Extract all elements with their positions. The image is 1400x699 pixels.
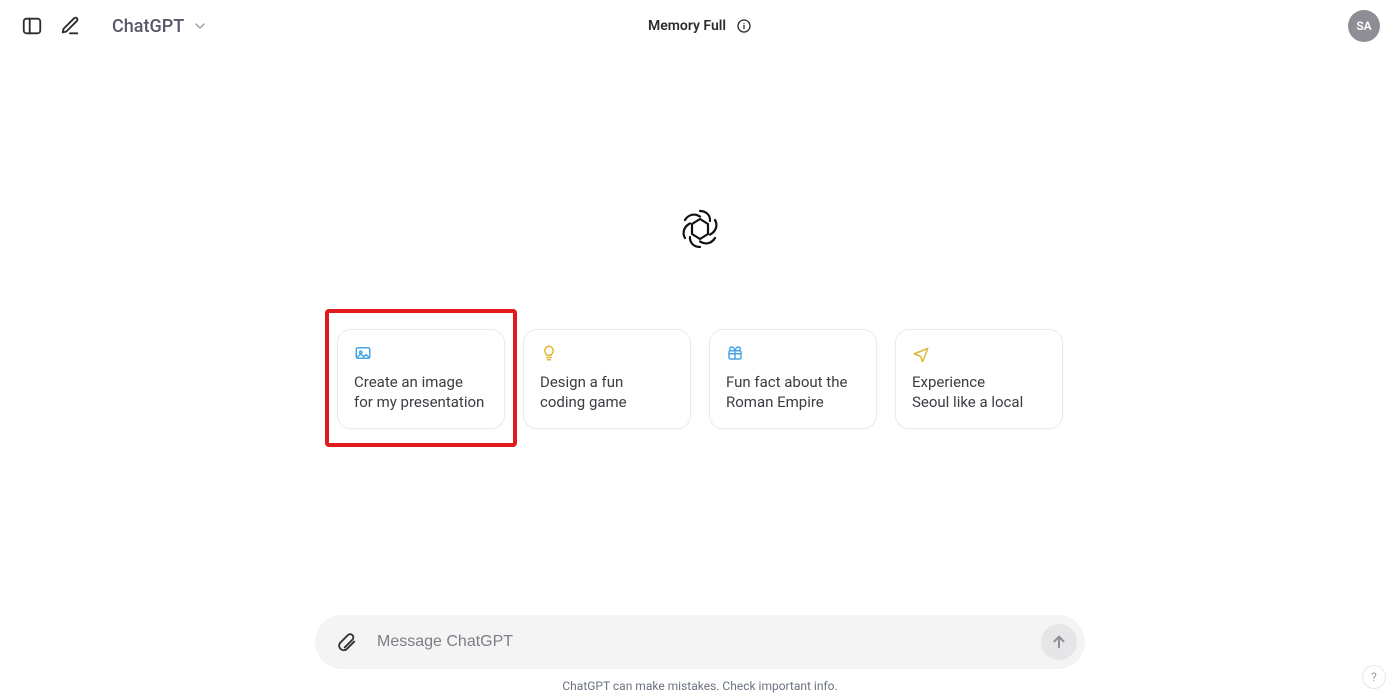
- help-button[interactable]: ?: [1362, 665, 1386, 689]
- suggestion-card-seoul[interactable]: Experience Seoul like a local: [895, 329, 1063, 429]
- suggestion-line1: Create an image: [354, 372, 488, 392]
- avatar-initials: SA: [1356, 19, 1371, 33]
- home-center: Create an image for my presentation Desi…: [0, 205, 1400, 429]
- suggestion-line2: for my presentation: [354, 392, 488, 412]
- suggestion-card-roman-empire[interactable]: Fun fact about the Roman Empire: [709, 329, 877, 429]
- suggestion-line1: Experience: [912, 372, 1046, 392]
- toggle-sidebar-button[interactable]: [20, 14, 44, 38]
- suggestion-cards: Create an image for my presentation Desi…: [337, 329, 1063, 429]
- attach-button[interactable]: [335, 631, 357, 653]
- suggestion-text: Design a fun coding game: [540, 372, 674, 413]
- suggestion-line1: Design a fun: [540, 372, 674, 392]
- footer-disclaimer: ChatGPT can make mistakes. Check importa…: [0, 679, 1400, 693]
- help-label: ?: [1371, 670, 1377, 684]
- new-chat-button[interactable]: [58, 14, 82, 38]
- suggestion-line2: coding game: [540, 392, 674, 412]
- app-root: ChatGPT Memory Full SA: [0, 0, 1400, 699]
- model-name: ChatGPT: [112, 16, 184, 37]
- arrow-up-icon: [1050, 633, 1068, 651]
- lightbulb-icon: [540, 344, 674, 362]
- suggestion-text: Fun fact about the Roman Empire: [726, 372, 860, 413]
- suggestion-text: Experience Seoul like a local: [912, 372, 1046, 413]
- suggestion-card-create-image[interactable]: Create an image for my presentation: [337, 329, 505, 429]
- suggestion-card-coding-game[interactable]: Design a fun coding game: [523, 329, 691, 429]
- avatar[interactable]: SA: [1348, 10, 1380, 42]
- compose-icon: [59, 15, 81, 37]
- top-bar: ChatGPT Memory Full SA: [20, 10, 1380, 42]
- top-bar-right: SA: [1348, 10, 1380, 42]
- send-button[interactable]: [1041, 624, 1077, 660]
- plane-icon: [912, 344, 1046, 362]
- gift-icon: [726, 344, 860, 362]
- info-icon: [736, 18, 752, 34]
- suggestion-line2: Seoul like a local: [912, 392, 1046, 412]
- memory-status[interactable]: Memory Full: [648, 18, 726, 34]
- top-bar-left: ChatGPT: [20, 14, 208, 38]
- paperclip-icon: [335, 631, 357, 653]
- chevron-down-icon: [192, 18, 208, 34]
- model-selector[interactable]: ChatGPT: [96, 16, 208, 37]
- message-input[interactable]: [375, 632, 1023, 652]
- image-icon: [354, 344, 488, 362]
- sidebar-icon: [21, 15, 43, 37]
- composer-input-wrap: [315, 615, 1085, 669]
- composer: [315, 615, 1085, 669]
- memory-info-button[interactable]: [736, 18, 752, 34]
- openai-logo-icon: [676, 205, 724, 253]
- suggestion-line1: Fun fact about the: [726, 372, 860, 392]
- top-bar-center: Memory Full: [20, 18, 1380, 34]
- suggestion-line2: Roman Empire: [726, 392, 860, 412]
- suggestion-text: Create an image for my presentation: [354, 372, 488, 413]
